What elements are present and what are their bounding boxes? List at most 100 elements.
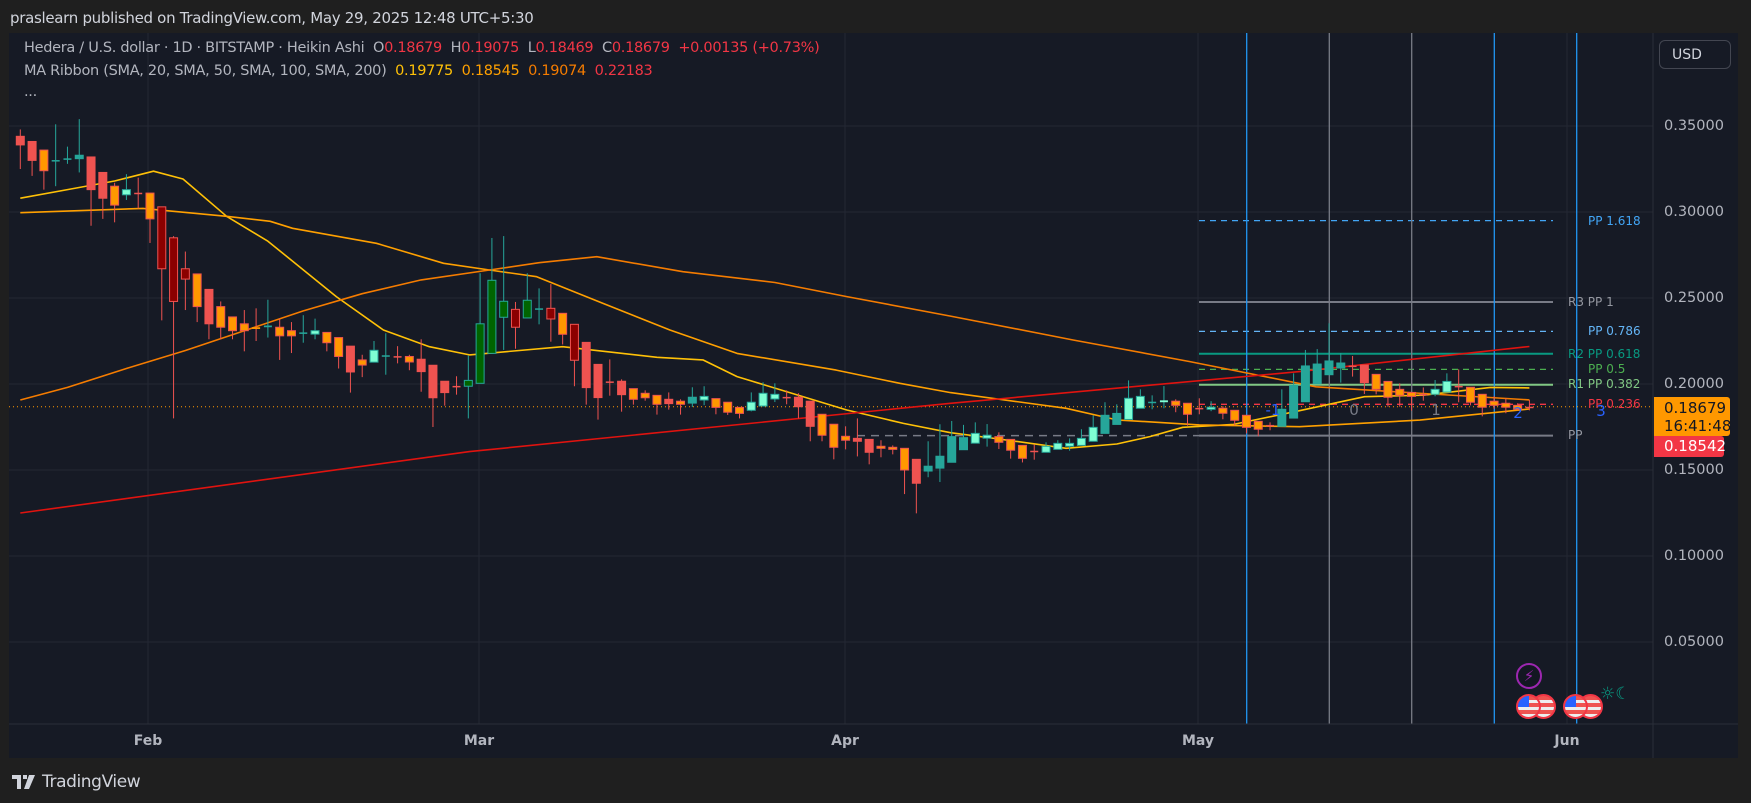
candle <box>428 364 438 427</box>
candle-body <box>994 436 1004 443</box>
candle-body <box>416 358 426 373</box>
lightning-icon[interactable]: ⚡︎ <box>1516 663 1542 689</box>
candle <box>923 441 933 478</box>
candle <box>393 346 402 364</box>
candle <box>1289 373 1299 419</box>
candle <box>1206 401 1216 412</box>
candle-body <box>1489 400 1499 406</box>
candle-body <box>369 349 379 363</box>
candle <box>1076 429 1086 446</box>
close-label: C <box>602 40 612 56</box>
candle <box>239 310 249 352</box>
candle-body <box>676 400 686 405</box>
candle-body <box>1407 391 1417 397</box>
candle-body <box>581 341 591 389</box>
candle-body <box>63 158 72 160</box>
candle-body <box>322 331 332 344</box>
candle-body <box>310 330 320 335</box>
candle <box>310 318 320 340</box>
candle-body <box>1253 420 1263 430</box>
candle-body <box>1171 400 1181 406</box>
candle <box>900 447 910 495</box>
candle-body <box>569 323 579 361</box>
candle-body <box>1183 402 1193 415</box>
candle-body <box>746 401 756 411</box>
sun-moon-icon[interactable]: ☼☾ <box>1600 684 1630 704</box>
candle <box>723 401 733 415</box>
ma-line-sma20 <box>20 170 1530 450</box>
candle <box>275 318 285 360</box>
candle-body <box>699 395 709 401</box>
sma50-value: 0.18545 <box>461 63 520 79</box>
candle <box>157 206 167 321</box>
candle <box>1088 415 1098 442</box>
candle <box>994 432 1004 450</box>
candle <box>463 355 473 419</box>
candle-body <box>499 300 509 318</box>
candle-body <box>1359 364 1369 384</box>
candle <box>734 406 744 419</box>
candle <box>487 237 497 354</box>
footer-brand: TradingView <box>42 772 141 792</box>
candle <box>1300 349 1310 403</box>
fib-time-zone-label: -1 <box>1265 401 1281 419</box>
candle-body <box>1065 442 1075 447</box>
us-flag-icon[interactable] <box>1516 694 1541 719</box>
candle-body <box>1442 380 1452 393</box>
candle-body <box>1230 409 1240 421</box>
candle-body <box>1030 450 1039 453</box>
candle-body <box>605 381 614 383</box>
tradingview-logo[interactable]: TradingView <box>12 772 141 792</box>
candle-body <box>817 413 827 436</box>
candle-body <box>1324 360 1334 376</box>
candle <box>817 413 827 442</box>
price-tick: 0.15000 <box>1664 462 1724 478</box>
candle-body <box>864 438 874 453</box>
sma200-value: 0.22183 <box>594 63 653 79</box>
candle-body <box>558 312 568 335</box>
us-flag-icon[interactable] <box>1563 694 1588 719</box>
pivot-label-pp: PP <box>1568 428 1583 442</box>
candle <box>39 149 49 190</box>
price-tick: 0.05000 <box>1664 634 1724 650</box>
candle <box>947 420 957 463</box>
candle-body <box>428 364 438 399</box>
candle <box>535 288 544 325</box>
pivot-label-pp-05: PP 0.5 <box>1588 362 1626 376</box>
currency-button[interactable]: USD <box>1659 40 1731 69</box>
candle-body <box>145 192 155 220</box>
price-tick: 0.20000 <box>1664 376 1724 392</box>
candle <box>1266 422 1275 431</box>
candle-body <box>1371 373 1381 390</box>
candle <box>1171 399 1181 413</box>
candle-body <box>239 323 249 332</box>
symbol-title[interactable]: Hedera / U.S. dollar · 1D · BITSTAMP · H… <box>24 40 365 56</box>
candle-body <box>252 327 261 329</box>
candle <box>110 182 120 223</box>
candle-body <box>734 406 744 414</box>
candle-body <box>204 288 214 325</box>
candle <box>522 273 532 319</box>
legend-ma-ribbon: MA Ribbon (SMA, 20, SMA, 50, SMA, 100, S… <box>24 63 653 79</box>
chart-canvas[interactable] <box>0 0 1751 803</box>
candle <box>605 359 614 396</box>
candle <box>1348 355 1357 377</box>
sma20-value: 0.19775 <box>395 63 453 79</box>
candle-body <box>51 160 60 162</box>
candle <box>581 341 591 405</box>
candle <box>169 236 179 419</box>
candle-body <box>1289 384 1299 419</box>
legend-more-button[interactable]: ... <box>24 84 37 100</box>
candle-body <box>876 445 886 449</box>
ma-ribbon-title[interactable]: MA Ribbon (SMA, 20, SMA, 50, SMA, 100, S… <box>24 63 387 79</box>
price-tick: 0.30000 <box>1664 204 1724 220</box>
candle <box>1336 353 1346 383</box>
grid-lines <box>9 33 1653 724</box>
candle-body <box>228 316 238 332</box>
candle-body <box>758 392 768 407</box>
candle <box>1030 444 1039 460</box>
candle-body <box>169 237 179 302</box>
candle <box>381 333 390 375</box>
candle-body <box>1525 406 1534 409</box>
candle-body <box>1135 395 1145 409</box>
